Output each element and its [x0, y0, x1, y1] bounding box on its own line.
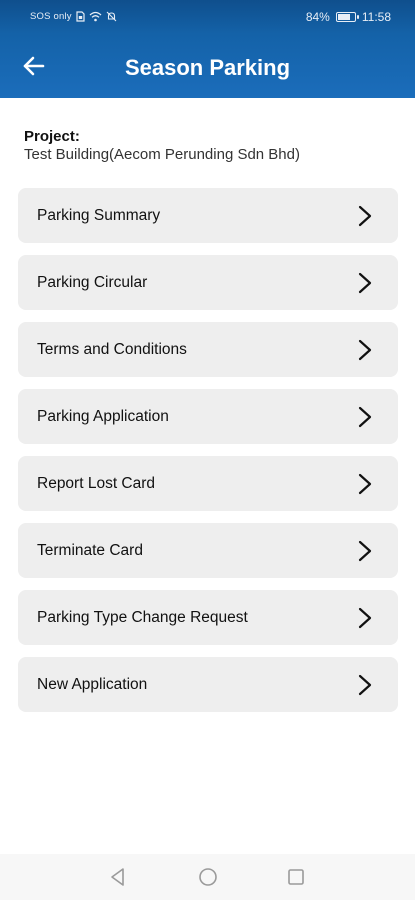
- chevron-right-icon: [358, 272, 372, 294]
- home-circle-icon[interactable]: [196, 865, 220, 889]
- chevron-right-icon: [358, 674, 372, 696]
- recents-square-icon[interactable]: [284, 865, 308, 889]
- menu-item-label: Terminate Card: [37, 542, 143, 559]
- chevron-right-icon: [358, 339, 372, 361]
- chevron-right-icon: [358, 607, 372, 629]
- battery-icon: [335, 12, 359, 22]
- status-right: 84% 11:58: [306, 10, 391, 24]
- project-name: Test Building(Aecom Perunding Sdn Bhd): [24, 146, 300, 163]
- menu-item-label: Parking Circular: [37, 274, 148, 291]
- menu-item-terminate-card[interactable]: Terminate Card: [18, 523, 398, 578]
- chevron-right-icon: [358, 205, 372, 227]
- wifi-icon: [89, 11, 102, 22]
- menu-item-label: Parking Type Change Request: [37, 609, 248, 626]
- menu-item-parking-summary[interactable]: Parking Summary: [18, 188, 398, 243]
- menu-item-label: Report Lost Card: [37, 475, 156, 492]
- chevron-right-icon: [358, 540, 372, 562]
- battery-percent: 84%: [305, 10, 330, 24]
- menu-item-label: Parking Application: [37, 408, 169, 425]
- system-nav-bar: [0, 854, 415, 900]
- project-info: Project: Test Building(Aecom Perunding S…: [24, 128, 300, 163]
- menu-item-terms-and-conditions[interactable]: Terms and Conditions: [18, 322, 398, 377]
- page-title: Season Parking: [124, 55, 291, 80]
- menu-list: Parking Summary Parking Circular Terms a…: [18, 188, 398, 724]
- chevron-right-icon: [358, 473, 372, 495]
- sim-icon: [76, 11, 85, 22]
- status-bar: SOS only 84% 11:58: [0, 0, 415, 34]
- menu-item-label: New Application: [37, 676, 148, 693]
- sos-indicator: SOS only: [30, 11, 72, 22]
- menu-item-new-application[interactable]: New Application: [18, 657, 398, 712]
- menu-item-report-lost-card[interactable]: Report Lost Card: [18, 456, 398, 511]
- menu-item-parking-application[interactable]: Parking Application: [18, 389, 398, 444]
- battery-fill: [337, 14, 351, 20]
- menu-item-label: Terms and Conditions: [37, 341, 187, 358]
- mute-bell-icon: [106, 11, 117, 22]
- back-triangle-icon[interactable]: [106, 865, 130, 889]
- menu-item-parking-type-change-request[interactable]: Parking Type Change Request: [18, 590, 398, 645]
- project-label: Project:: [24, 128, 80, 145]
- clock: 11:58: [361, 10, 391, 24]
- menu-item-label: Parking Summary: [37, 207, 161, 224]
- status-left: SOS only: [30, 11, 117, 22]
- app-bar: Season Parking: [0, 34, 415, 98]
- menu-item-parking-circular[interactable]: Parking Circular: [18, 255, 398, 310]
- chevron-right-icon: [358, 406, 372, 428]
